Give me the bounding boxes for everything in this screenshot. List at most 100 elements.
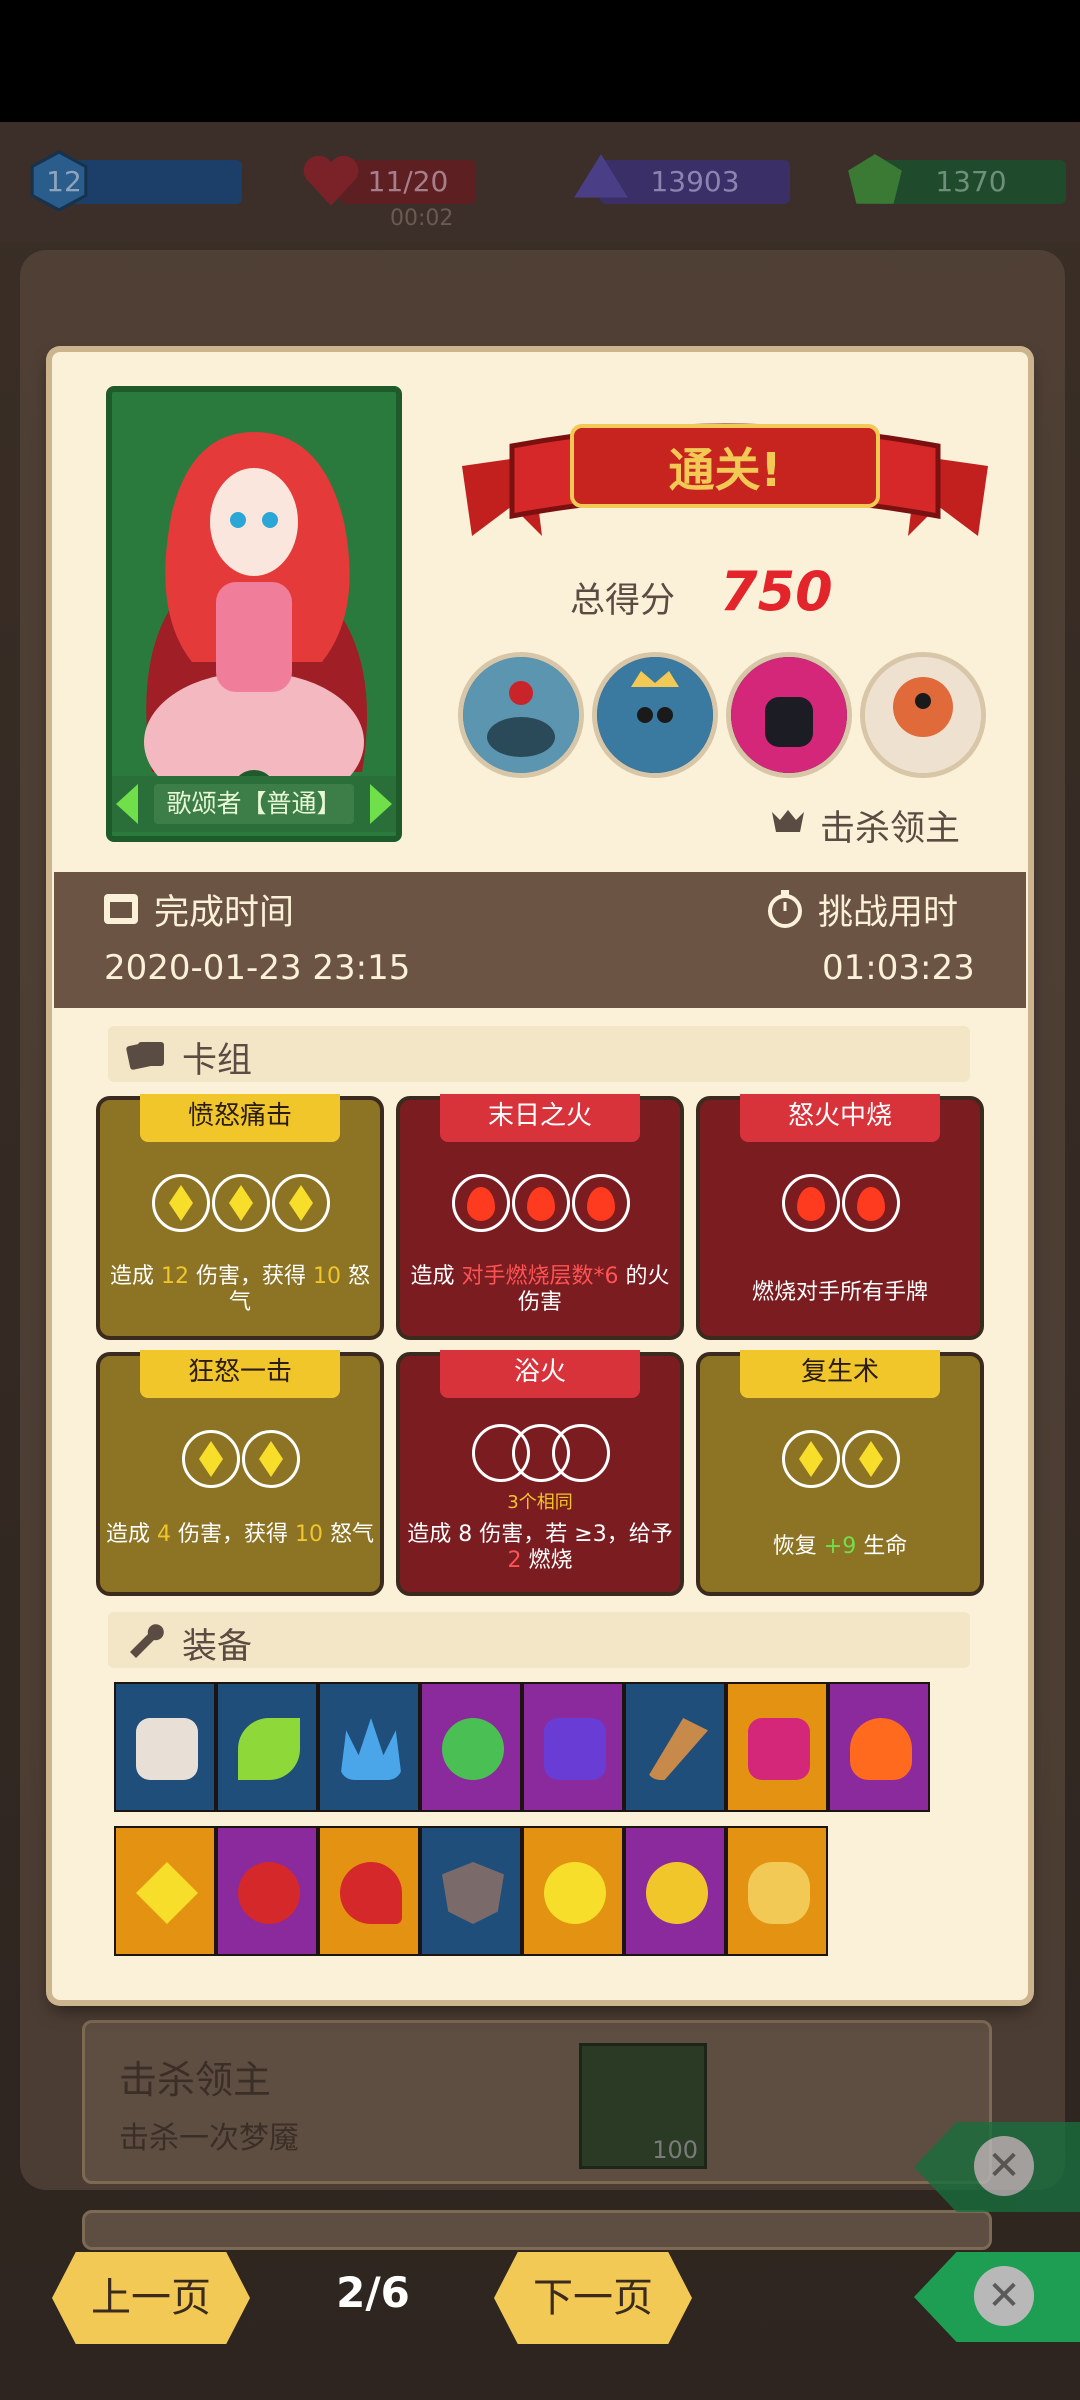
equip-yellow-gem[interactable] — [114, 1826, 216, 1956]
finish-time-value: 2020-01-23 23:15 — [104, 948, 411, 988]
equip-horn[interactable] — [624, 1682, 726, 1812]
health-bar: 11/20 — [303, 155, 476, 206]
energy-cost-icon — [182, 1430, 240, 1488]
equipment-title: 装备 — [182, 1627, 253, 1667]
energy-cost-icon — [242, 1430, 300, 1488]
prev-page-button[interactable]: 上一页 — [52, 2252, 250, 2344]
equip-purple-cloak[interactable] — [522, 1682, 624, 1812]
victory-title: 通关! — [669, 443, 782, 497]
card-desc: 恢复 +9 生命 — [772, 1534, 908, 1559]
equip-gold-ring[interactable] — [624, 1826, 726, 1956]
energy-cost-icon — [782, 1430, 840, 1488]
equip-shield-emblem[interactable] — [420, 1826, 522, 1956]
behind-quest-item: 击杀领主 击杀一次梦魇 100 — [82, 2020, 992, 2184]
next-hero-arrow[interactable] — [370, 784, 392, 824]
potion-jar-icon — [136, 1718, 198, 1780]
card-desc: 燃烧对手所有手牌 — [751, 1280, 928, 1305]
equip-sun-medal[interactable] — [522, 1826, 624, 1956]
fire-cost-icon — [782, 1174, 840, 1232]
card-revive[interactable]: 复生术 恢复 +9 生命 — [696, 1350, 984, 1596]
leaf-icon — [238, 1718, 300, 1780]
pink-demon-icon — [731, 657, 847, 773]
gems-bar: 13903 — [574, 154, 790, 204]
calendar-icon — [104, 894, 138, 924]
tribal-mask-icon — [865, 657, 981, 773]
stopwatch-icon — [768, 890, 802, 928]
card-title: 怒火中烧 — [740, 1094, 940, 1142]
boss-portrait-2[interactable] — [592, 652, 718, 778]
card-desc: 造成 12 伤害，获得 10 怒气 — [110, 1264, 370, 1315]
equip-demon-helm[interactable] — [726, 1682, 828, 1812]
total-score-value: 750 — [720, 560, 833, 623]
energy-cost-icon — [272, 1174, 330, 1232]
behind-reward-box: 100 — [579, 2043, 707, 2169]
hud-timer: 00:02 — [390, 206, 454, 231]
page-indicator: 2/6 — [336, 2268, 410, 2317]
card-title: 浴火 — [440, 1350, 640, 1398]
green-gem-icon — [848, 154, 902, 204]
shield-icon — [442, 1862, 504, 1924]
behind-reward-value: 100 — [652, 2136, 698, 2164]
card-rage-burn[interactable]: 怒火中烧 燃烧对手所有手牌 — [696, 1094, 984, 1340]
equip-red-swirl[interactable] — [318, 1826, 420, 1956]
hero-name: 歌颂者【普通】 — [154, 784, 354, 824]
energy-cost-icon — [152, 1174, 210, 1232]
gold-value: 1370 — [935, 165, 1007, 198]
cards-icon — [126, 1036, 166, 1072]
status-bar — [0, 0, 1080, 122]
equip-potion-jar[interactable] — [114, 1682, 216, 1812]
horn-icon — [646, 1718, 708, 1780]
demon-helm-icon — [748, 1718, 810, 1780]
card-desc: 造成 对手燃烧层数*6 的火伤害 — [410, 1264, 670, 1315]
fire-cost-icon — [512, 1174, 570, 1232]
fire-cost-icon — [842, 1174, 900, 1232]
hero-name-bar[interactable]: 歌颂者【普通】 — [112, 776, 396, 832]
health-value: 11/20 — [367, 165, 449, 198]
fire-cost-icon — [572, 1174, 630, 1232]
next-page-button[interactable]: 下一页 — [494, 2252, 692, 2344]
equip-leaf[interactable] — [216, 1682, 318, 1812]
equip-lion-ring[interactable] — [726, 1826, 828, 1956]
equipment-section-header: 装备 — [108, 1612, 970, 1668]
card-desc: 造成 8 伤害，若 ≥3，给予 2 燃烧 — [407, 1522, 673, 1573]
card-title: 末日之火 — [440, 1094, 640, 1142]
gem-icon — [574, 154, 628, 198]
challenge-time-label: 挑战用时 — [818, 893, 959, 933]
equip-crown[interactable] — [318, 1682, 420, 1812]
fire-cost-icon — [452, 1174, 510, 1232]
deck-section-header: 卡组 — [108, 1026, 970, 1082]
behind-quest-item-2 — [82, 2210, 992, 2250]
yellow-gem-icon — [136, 1862, 198, 1924]
equip-fire[interactable] — [828, 1682, 930, 1812]
equip-green-potion[interactable] — [420, 1682, 522, 1812]
cloak-icon — [544, 1718, 606, 1780]
heart-icon — [303, 155, 359, 206]
equip-red-ring[interactable] — [216, 1826, 318, 1956]
gold-ring-icon — [646, 1862, 708, 1924]
card-note: 3个相同 — [507, 1492, 573, 1513]
card-fury-strike[interactable]: 狂怒一击 造成 4 伤害，获得 10 怒气 — [96, 1350, 384, 1596]
card-doom-fire[interactable]: 末日之火 造成 对手燃烧层数*6 的火伤害 — [396, 1094, 684, 1340]
boss-portrait-1[interactable] — [458, 652, 584, 778]
card-title: 狂怒一击 — [140, 1350, 340, 1398]
card-desc: 造成 4 伤害，获得 10 怒气 — [106, 1522, 374, 1547]
empty-cost-slot — [552, 1424, 610, 1482]
total-score-label: 总得分 — [570, 581, 676, 621]
deck-title: 卡组 — [182, 1041, 253, 1081]
boss-portrait-3[interactable] — [726, 652, 852, 778]
crown-icon — [340, 1718, 402, 1780]
challenge-time-value: 01:03:23 — [822, 948, 975, 988]
crowned-spider-icon — [597, 657, 713, 773]
finish-time-label: 完成时间 — [154, 893, 295, 933]
prev-hero-arrow[interactable] — [116, 784, 138, 824]
card-bathe-fire[interactable]: 浴火 3个相同 造成 8 伤害，若 ≥3，给予 2 燃烧 — [396, 1350, 684, 1596]
energy-cost-icon — [842, 1430, 900, 1488]
boss-portrait-4[interactable] — [860, 652, 986, 778]
card-title: 复生术 — [740, 1350, 940, 1398]
skull-icon — [772, 810, 804, 832]
card-anger-strike[interactable]: 愤怒痛击 造成 12 伤害，获得 10 怒气 — [96, 1094, 384, 1340]
hero-art — [112, 392, 396, 836]
green-potion-icon — [442, 1718, 504, 1780]
level-bar: 12 — [30, 150, 242, 212]
sun-medal-icon — [544, 1862, 606, 1924]
